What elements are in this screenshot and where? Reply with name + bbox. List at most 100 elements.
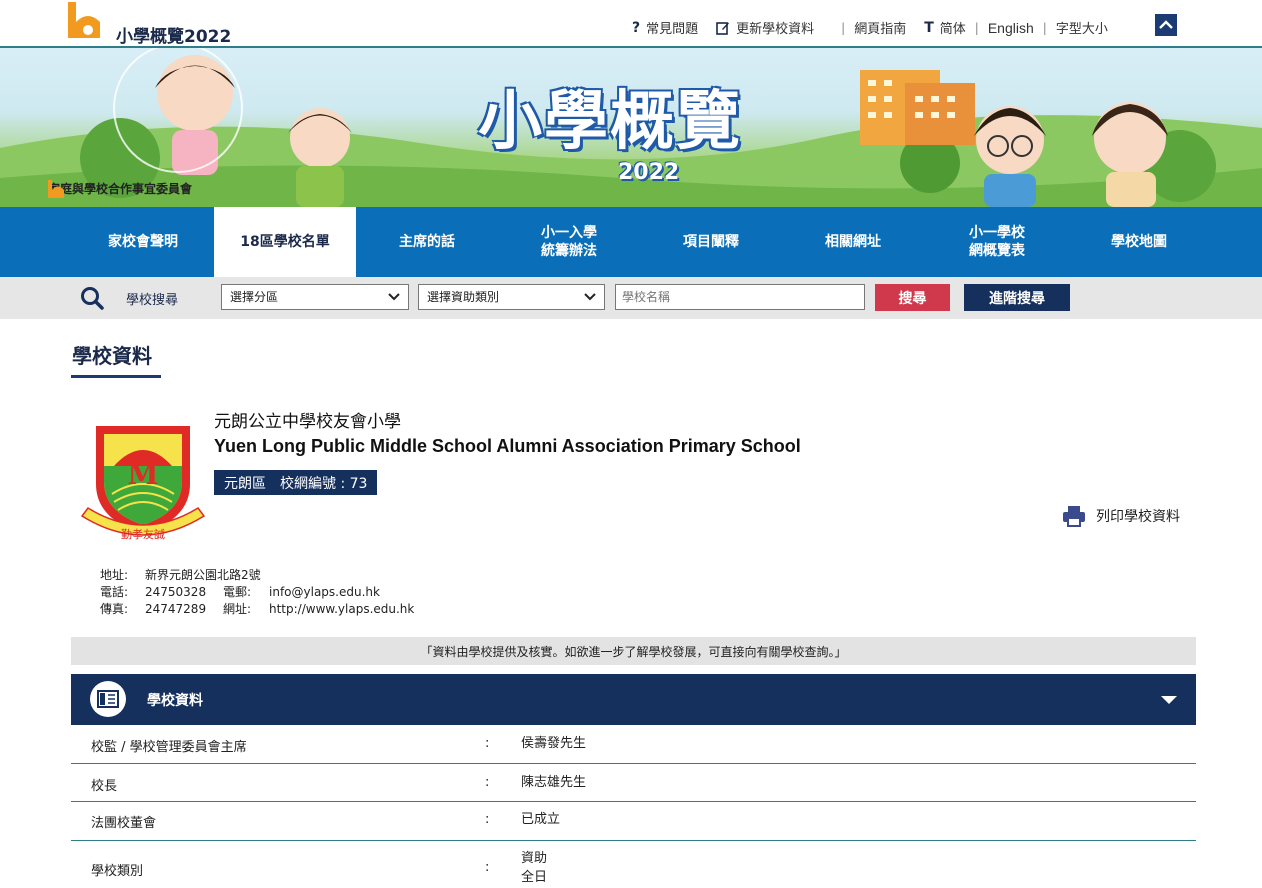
organization-logo-icon (48, 180, 64, 198)
chevron-up-icon (1159, 20, 1173, 29)
phone-email-row: 電話: 24750328 電郵: info@ylaps.edu.hk (100, 584, 414, 601)
panel-icon-circle (90, 681, 126, 717)
nav-item-statement[interactable]: 家校會聲明 (72, 207, 214, 277)
nav-label-line2: 統籌辦法 (541, 243, 597, 259)
info-row-principal: 校長 : 陳志雄先生 (71, 764, 1196, 802)
website-label: 網址: (223, 602, 252, 616)
info-row-supervisor: 校監 / 學校管理委員會主席 : 侯壽發先生 (71, 725, 1196, 764)
advanced-search-button[interactable]: 進階搜尋 (964, 284, 1070, 311)
guide-link[interactable]: 網頁指南 (854, 18, 906, 37)
caret-down-icon (1161, 696, 1177, 704)
faq-label: 常見問題 (646, 22, 699, 37)
info-key: 法團校董會 (91, 816, 157, 831)
phone-value: 24750328 (145, 585, 207, 599)
school-info-panel-header[interactable]: 學校資料 (71, 674, 1196, 725)
fax-value: 24747289 (145, 602, 207, 616)
text-t-icon: T (924, 19, 934, 36)
nav-label-line1: 小一學校 (969, 225, 1025, 241)
district-select[interactable]: 選擇分區 (221, 284, 409, 310)
print-label: 列印學校資料 (1096, 509, 1180, 525)
home-logo-icon[interactable] (68, 2, 102, 40)
nav-item-explanations[interactable]: 項目闡釋 (640, 207, 782, 277)
english-link[interactable]: English (988, 20, 1034, 36)
panel-title: 學校資料 (147, 693, 203, 709)
scroll-top-button[interactable] (1155, 14, 1177, 36)
school-crest-logo: M 勤孝友誠 (80, 426, 206, 541)
info-row-incorporated-board: 法團校董會 : 已成立 (71, 802, 1196, 841)
email-label: 電郵: (223, 585, 252, 599)
update-label: 更新學校資料 (736, 22, 815, 37)
chevron-down-icon (584, 293, 596, 301)
top-links: ? 常見問題 更新學校資料 | 網頁指南 T 简体 | English | 字型… (632, 18, 1108, 38)
nav-label: 學校地圖 (1111, 234, 1167, 250)
info-value: 陳志雄先生 (521, 775, 587, 790)
font-size-link[interactable]: 字型大小 (1056, 18, 1108, 37)
search-icon (81, 287, 104, 310)
faq-link[interactable]: ? 常見問題 (632, 18, 699, 38)
info-value-multi: 資助 全日 (521, 849, 547, 887)
search-button[interactable]: 搜尋 (875, 284, 950, 311)
nav-label: 項目闡釋 (683, 234, 739, 250)
info-colon: : (485, 775, 490, 790)
organization-label: 家庭與學校合作事宜委員會 (48, 180, 193, 198)
banner-title: 小學概覽 (478, 85, 742, 159)
phone-label: 電話: (100, 585, 129, 599)
organization-name: 家庭與學校合作事宜委員會 (48, 182, 193, 196)
search-label: 學校搜尋 (126, 293, 179, 308)
font-size-label: 字型大小 (1055, 22, 1108, 37)
nav-label: 主席的話 (399, 234, 455, 250)
data-notice: 「資料由學校提供及核實。如欲進一步了解學校發展，可直接向有關學校查詢。」 (71, 637, 1196, 665)
nav-label: 家校會聲明 (108, 234, 178, 250)
hero-banner: 小學概覽 2022 家庭與學校合作事宜委員會 (0, 48, 1262, 207)
top-bar: 小學概覽2022 ? 常見問題 更新學校資料 | 網頁指南 T 简体 | Eng… (0, 0, 1262, 48)
info-value: 已成立 (521, 812, 561, 827)
nav-item-school-map[interactable]: 學校地圖 (1068, 207, 1210, 277)
district-label: 元朗區 (224, 475, 266, 492)
banner-year: 2022 (618, 160, 680, 185)
book-icon (97, 690, 119, 708)
website-link[interactable]: http://www.ylaps.edu.hk (269, 601, 414, 618)
district-select-value: 選擇分區 (230, 290, 279, 304)
crest-motto: 勤孝友誠 (121, 527, 165, 541)
address-value: 新界元朗公園北路2號 (145, 568, 261, 582)
nav-item-related-links[interactable]: 相關網址 (782, 207, 924, 277)
nav-item-chairman[interactable]: 主席的話 (356, 207, 498, 277)
edit-icon (716, 21, 730, 35)
divider: | (1042, 20, 1047, 35)
simplified-link[interactable]: T 简体 (924, 18, 966, 38)
school-contact: 地址: 新界元朗公園北路2號 電話: 24750328 電郵: info@yla… (100, 567, 414, 618)
info-value: 侯壽發先生 (521, 736, 587, 751)
nav-label: 18區學校名單 (240, 234, 330, 250)
school-net-label: 校網編號 : 73 (280, 475, 368, 492)
site-title[interactable]: 小學概覽2022 (116, 22, 231, 47)
nav-item-school-net[interactable]: 小一學校 網概覽表 (926, 207, 1068, 277)
question-icon: ? (632, 19, 641, 36)
nav-label-line2: 網概覽表 (969, 243, 1025, 259)
main-nav: 家校會聲明 18區學校名單 主席的話 小一入學 統籌辦法 項目闡釋 相關網址 小… (0, 207, 1262, 277)
info-row-school-type: 學校類別 : 資助 全日 (71, 841, 1196, 888)
address-label: 地址: (100, 568, 129, 582)
fax-website-row: 傳真: 24747289 網址: http://www.ylaps.edu.hk (100, 601, 414, 618)
nav-label-line1: 小一入學 (541, 225, 597, 241)
simplified-label: 简体 (939, 22, 966, 37)
fax-label: 傳真: (100, 602, 129, 616)
email-value[interactable]: info@ylaps.edu.hk (269, 584, 380, 601)
school-name-zh: 元朗公立中學校友會小學 (214, 412, 401, 432)
info-colon: : (485, 860, 490, 875)
info-colon: : (485, 736, 490, 751)
school-name-en: Yuen Long Public Middle School Alumni As… (214, 436, 801, 456)
page-title: 學校資料 (72, 344, 152, 368)
svg-text:M: M (128, 458, 159, 491)
info-colon: : (485, 812, 490, 827)
nav-item-district-list[interactable]: 18區學校名單 (214, 207, 356, 277)
info-value-line: 資助 (521, 851, 548, 866)
finance-type-select[interactable]: 選擇資助類別 (418, 284, 605, 310)
info-key: 校監 / 學校管理委員會主席 (91, 740, 247, 755)
print-school-info-link[interactable]: 列印學校資料 (1062, 505, 1180, 527)
update-info-link[interactable]: 更新學校資料 (716, 18, 814, 37)
nav-item-p1-admission[interactable]: 小一入學 統籌辦法 (498, 207, 640, 277)
address-row: 地址: 新界元朗公園北路2號 (100, 567, 414, 584)
info-key: 學校類別 (91, 864, 144, 879)
nav-label: 相關網址 (825, 234, 881, 250)
school-name-input[interactable] (615, 284, 865, 310)
